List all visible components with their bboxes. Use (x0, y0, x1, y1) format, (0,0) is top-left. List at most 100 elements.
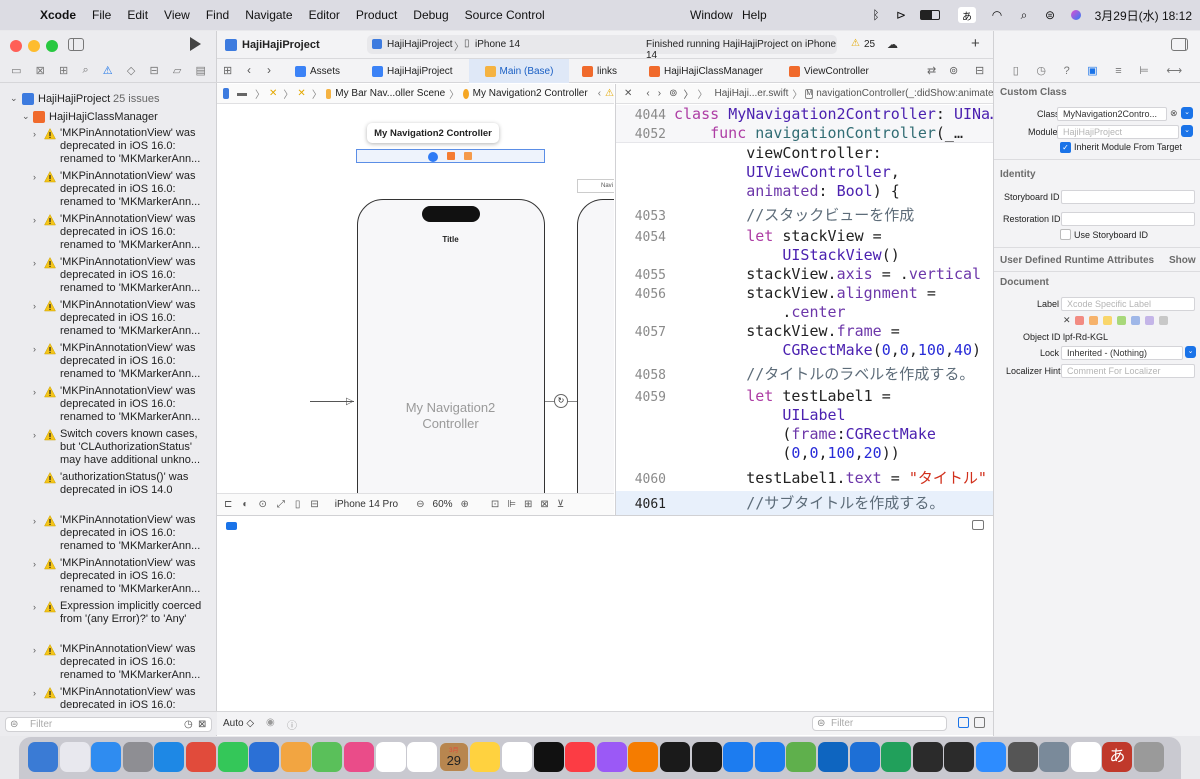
chevron-right-icon[interactable]: › (33, 516, 36, 526)
source-control-icon[interactable]: ⊠ (36, 64, 45, 77)
history-inspector-icon[interactable]: ◷ (1036, 64, 1046, 77)
input-mode-icon[interactable]: あ (958, 7, 976, 23)
zoom-out-icon[interactable]: ⊖ (416, 499, 424, 510)
forward-button[interactable]: › (267, 63, 271, 77)
debug-area-toggle-icon[interactable] (226, 522, 237, 530)
orientation-icon[interactable]: ⤢ (277, 499, 285, 510)
dock-app-icon[interactable] (691, 742, 722, 772)
control-center-icon[interactable]: ⊜ (1041, 0, 1059, 30)
play-circle-icon[interactable]: ⊳ (893, 0, 909, 30)
exit-icon[interactable] (464, 152, 472, 160)
inherit-checkbox[interactable]: ✓ (1060, 142, 1071, 153)
dock-app-icon[interactable] (1039, 742, 1070, 772)
jump-controller[interactable]: My Navigation2 Controller (473, 88, 588, 99)
dock-app-icon[interactable] (91, 742, 122, 772)
storyboard-icon[interactable]: ✕ (297, 88, 305, 99)
dock-app-icon[interactable] (407, 742, 438, 772)
dock-app-icon[interactable] (1134, 742, 1164, 772)
chevron-down-icon[interactable]: ⌄ (22, 111, 30, 122)
module-field[interactable]: HajiHajiProject (1057, 125, 1179, 139)
project-icon[interactable] (223, 88, 230, 99)
test-icon[interactable]: ◇ (127, 64, 135, 77)
next-scene-dock[interactable]: Navi (577, 179, 614, 193)
dock-app-icon[interactable] (628, 742, 659, 772)
dock-app-icon[interactable] (849, 742, 880, 772)
find-icon[interactable]: ⌕ (82, 64, 88, 77)
console-filter-input[interactable]: ⊜ Filter (812, 716, 947, 731)
accessibility-icon[interactable]: ⊙ (258, 499, 266, 510)
issue-row[interactable]: › 'MKPinAnnotationView' was deprecated in… (0, 256, 217, 299)
jump-symbol[interactable]: navigationController(_:didShow:animated:… (816, 88, 993, 99)
chevron-right-icon[interactable]: › (33, 172, 36, 182)
siri-icon[interactable] (1068, 0, 1084, 30)
device-selector[interactable]: iPhone 14 (475, 39, 520, 50)
issue-row[interactable]: › 'MKPinAnnotationView' was deprecated in… (0, 686, 217, 708)
dock-app-icon[interactable] (596, 742, 627, 772)
zoom-window-button[interactable] (46, 40, 58, 52)
warning-icon[interactable]: ⚠ (851, 38, 860, 49)
menu-editor[interactable]: Editor (301, 8, 348, 22)
label-color-swatch[interactable] (1075, 316, 1084, 325)
iphone-frame[interactable]: Title My Navigation2 Controller (357, 199, 545, 493)
dock-app-icon[interactable] (881, 742, 912, 772)
menu-navigate[interactable]: Navigate (237, 8, 300, 22)
label-color-swatch[interactable] (1145, 316, 1154, 325)
menu-find[interactable]: Find (198, 8, 237, 22)
connections-inspector-icon[interactable]: ⟷ (1166, 64, 1182, 77)
chevron-right-icon[interactable]: › (33, 258, 36, 268)
add-button[interactable]: + (971, 35, 980, 52)
issue-row[interactable]: › 'MKPinAnnotationView' was deprecated in… (0, 385, 217, 428)
console-layout-icon[interactable] (972, 520, 984, 530)
chevron-right-icon[interactable]: › (33, 344, 36, 354)
navigator-filter-input[interactable]: ⊜ Filter ◷ ⊠ (5, 717, 212, 732)
pin-icon[interactable]: ⊞ (524, 499, 532, 510)
minimize-window-button[interactable] (28, 40, 40, 52)
folder-icon[interactable]: ▬ (237, 88, 247, 99)
appearance-icon[interactable]: ◐ (242, 499, 248, 510)
assistant-icon[interactable]: ⊚ (949, 64, 958, 77)
bluetooth-icon[interactable]: ᛒ (868, 0, 884, 30)
dock-app-icon[interactable] (754, 742, 785, 772)
chevron-left-icon[interactable]: ‹ (598, 88, 601, 99)
dock-app-icon[interactable] (249, 742, 280, 772)
wifi-icon[interactable]: ◠ (988, 0, 1006, 30)
folder-icon[interactable]: ▭ (11, 64, 21, 77)
chevron-right-icon[interactable]: › (33, 430, 36, 440)
dock-app-icon[interactable] (533, 742, 564, 772)
dock-app-icon[interactable] (502, 742, 532, 772)
issue-row[interactable]: › 'MKPinAnnotationView' was deprecated in… (0, 643, 217, 686)
chevron-down-icon[interactable]: ⌄ (10, 93, 18, 104)
eye-icon[interactable]: ◉ (266, 717, 275, 728)
storyboard-id-field[interactable] (1061, 190, 1195, 204)
dock-app-icon[interactable] (59, 742, 90, 772)
variables-view-icon[interactable] (958, 717, 969, 728)
dock-app-icon[interactable] (723, 742, 754, 772)
clock-filter-icon[interactable]: ◷ (184, 719, 193, 730)
dock-app-icon[interactable] (28, 742, 58, 772)
update-frames-icon[interactable]: ⊡ (491, 499, 499, 510)
label-color-swatch[interactable] (1089, 316, 1098, 325)
debug-console[interactable] (217, 515, 993, 708)
clear-label-icon[interactable]: ✕ (1063, 315, 1071, 326)
code-editor[interactable]: ✕ ‹ › ⊚ 〉 〉 HajiHaji...er.swift 〉 M navi… (615, 84, 993, 515)
chevron-right-icon[interactable]: › (33, 645, 36, 655)
dock-app-icon[interactable] (312, 742, 343, 772)
console-mode-selector[interactable]: Auto ◇ (223, 718, 254, 729)
menu-help[interactable]: Help (734, 8, 775, 22)
close-editor-icon[interactable]: ✕ (624, 88, 632, 99)
issue-row[interactable]: › Switch covers known cases, but 'CLAutho… (0, 428, 217, 471)
menu-edit[interactable]: Edit (119, 8, 156, 22)
issue-row[interactable]: 'authorizationStatus()' was deprecated i… (0, 471, 217, 514)
dock-app-icon[interactable] (818, 742, 848, 772)
issue-row[interactable]: › 'MKPinAnnotationView' was deprecated in… (0, 127, 217, 170)
info-icon[interactable]: ⓘ (287, 717, 297, 732)
menu-window[interactable]: Window (682, 8, 741, 22)
label-color-swatch[interactable] (1159, 316, 1168, 325)
dock-app-icon[interactable] (912, 742, 943, 772)
chevron-right-icon[interactable]: › (33, 602, 36, 612)
zoom-in-icon[interactable]: ⊕ (461, 499, 469, 510)
dock-app-icon[interactable] (1007, 742, 1038, 772)
show-runtime-attributes[interactable]: Show (1169, 255, 1196, 266)
debug-icon[interactable]: ⊟ (149, 64, 158, 77)
align-icon[interactable]: ⊫ (507, 499, 516, 510)
